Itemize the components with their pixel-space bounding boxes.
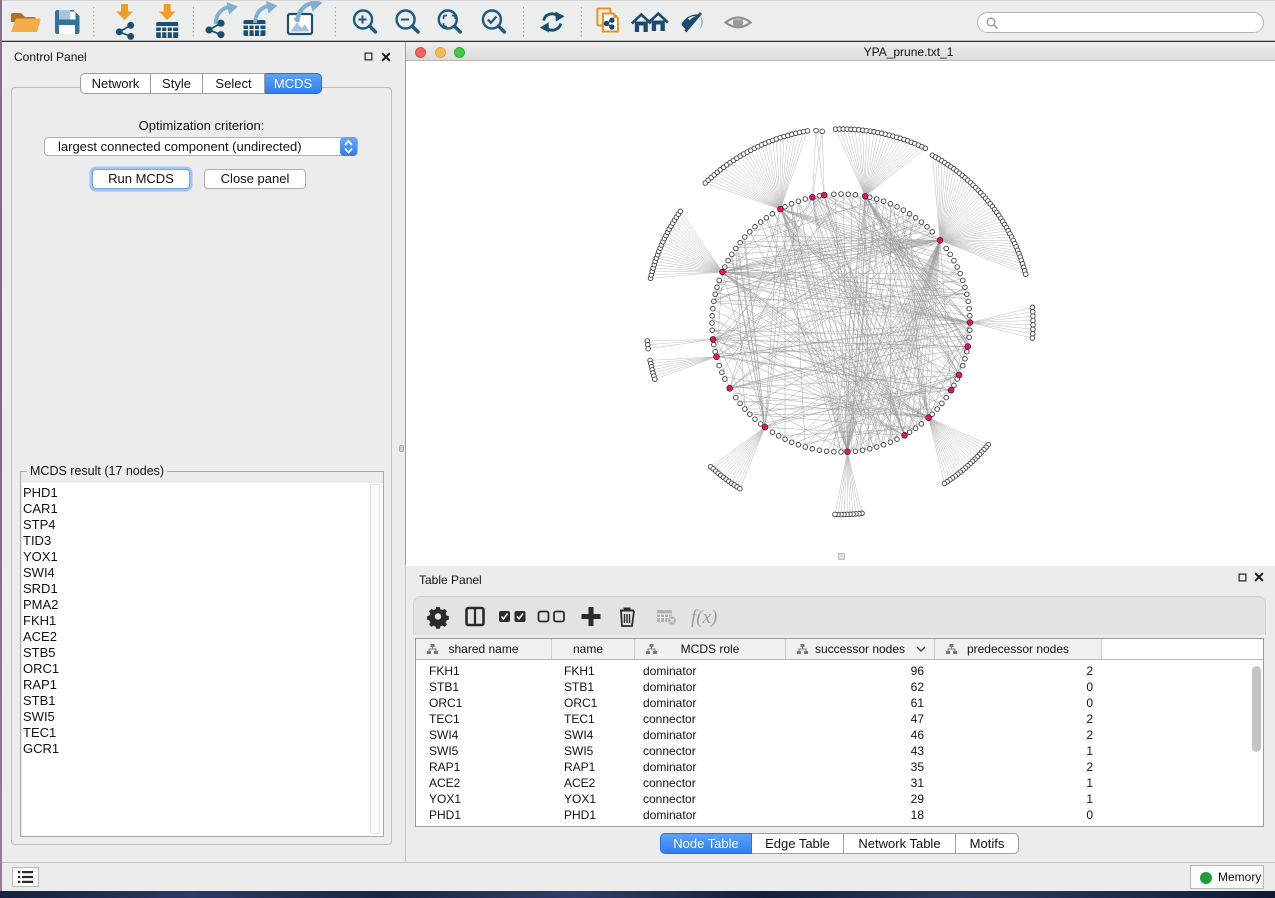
svg-text:f(x): f(x) (691, 607, 717, 628)
